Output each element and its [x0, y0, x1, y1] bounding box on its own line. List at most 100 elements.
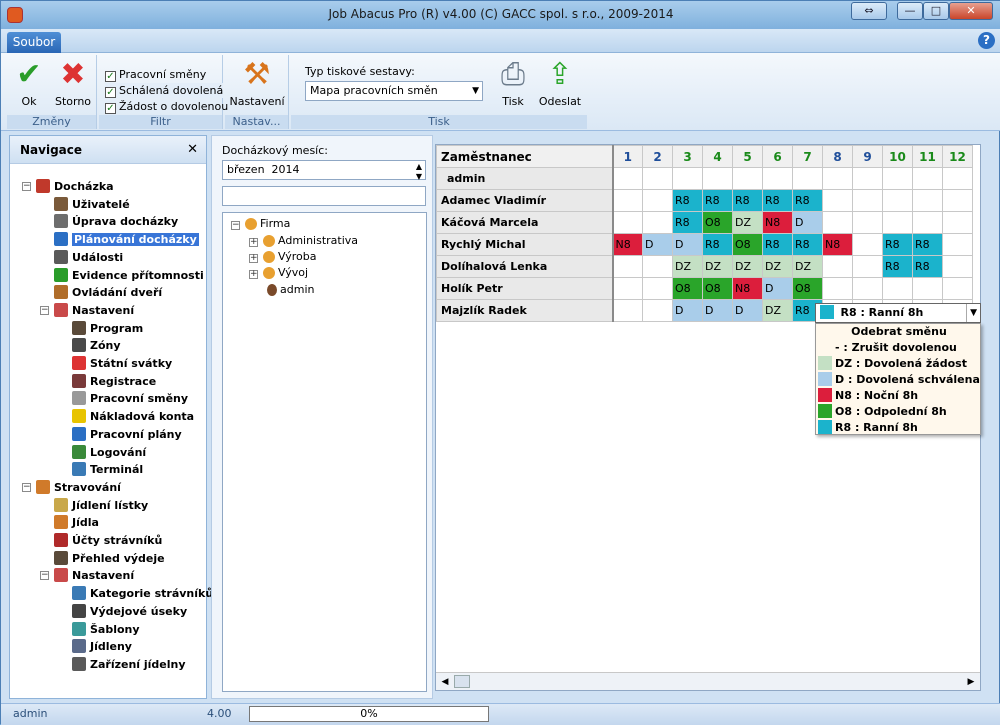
- nav-item[interactable]: Kategorie strávníků: [72, 585, 213, 602]
- shift-cell[interactable]: [912, 189, 943, 212]
- chevron-down-icon[interactable]: ▼: [966, 304, 977, 322]
- shift-cell[interactable]: [822, 211, 853, 234]
- shift-cell[interactable]: R8: [912, 233, 943, 256]
- send-button[interactable]: ⇪ Odeslat: [535, 59, 585, 109]
- shift-option[interactable]: Odebrat směnu: [816, 324, 980, 340]
- shift-cell[interactable]: [882, 189, 913, 212]
- nav-item[interactable]: Státní svátky: [72, 355, 172, 372]
- report-type-select[interactable]: Mapa pracovních směn ▼: [305, 81, 483, 101]
- shift-cell[interactable]: [732, 167, 763, 190]
- expand-icon[interactable]: +: [249, 270, 258, 279]
- maximize-button[interactable]: □: [923, 2, 949, 20]
- spin-down-icon[interactable]: ▼: [416, 168, 422, 186]
- shift-cell[interactable]: [612, 299, 643, 322]
- restore-size-icon[interactable]: ⇔: [851, 2, 887, 20]
- filter-checkbox-shifts[interactable]: ✓ Pracovní směny: [105, 67, 206, 82]
- collapse-icon[interactable]: −: [22, 182, 31, 191]
- org-node-vyvoj[interactable]: Vývoj: [263, 266, 308, 279]
- shift-cell[interactable]: D: [672, 299, 703, 322]
- month-selector[interactable]: březen 2014 ▲ ▼: [222, 160, 426, 181]
- shift-cell[interactable]: DZ: [702, 255, 733, 278]
- shift-cell[interactable]: [822, 167, 853, 190]
- shift-cell[interactable]: N8: [732, 277, 763, 300]
- nav-item[interactable]: Logování: [72, 444, 146, 461]
- filter-checkbox-leave-request[interactable]: ✓ Žádost o dovolenou: [105, 99, 228, 114]
- nav-item[interactable]: Výdejové úseky: [72, 603, 187, 620]
- shift-cell[interactable]: DZ: [792, 255, 823, 278]
- nav-item[interactable]: Přehled výdeje: [54, 550, 165, 567]
- nav-item[interactable]: Registrace: [72, 373, 156, 390]
- nav-item[interactable]: Uživatelé: [54, 196, 130, 213]
- collapse-icon[interactable]: −: [40, 305, 49, 315]
- shift-cell[interactable]: [642, 255, 673, 278]
- shift-cell[interactable]: D: [792, 211, 823, 234]
- employee-name-cell[interactable]: Dolíhalová Lenka: [436, 255, 614, 278]
- shift-cell[interactable]: [612, 211, 643, 234]
- shift-cell[interactable]: [822, 189, 853, 212]
- print-button[interactable]: ⎙ Tisk: [491, 59, 535, 109]
- filter-checkbox-approved-leave[interactable]: ✓ Schálená dovolená: [105, 83, 224, 98]
- employee-name-cell[interactable]: admin: [436, 167, 614, 190]
- minimize-button[interactable]: —: [897, 2, 923, 20]
- shift-cell[interactable]: [882, 277, 913, 300]
- nav-item[interactable]: Zóny: [72, 337, 121, 354]
- expand-icon[interactable]: +: [249, 254, 258, 263]
- nav-item[interactable]: Evidence přítomnosti: [54, 267, 204, 284]
- shift-cell[interactable]: [612, 277, 643, 300]
- shift-cell[interactable]: [852, 233, 883, 256]
- shift-cell[interactable]: [942, 255, 973, 278]
- shift-cell[interactable]: D: [702, 299, 733, 322]
- shift-cell[interactable]: [642, 189, 673, 212]
- nav-item[interactable]: Nastavení: [54, 302, 134, 319]
- shift-cell[interactable]: D: [762, 277, 793, 300]
- shift-option[interactable]: N8 : Noční 8h: [816, 388, 980, 404]
- shift-cell[interactable]: [912, 211, 943, 234]
- shift-cell[interactable]: [702, 167, 733, 190]
- shift-cell[interactable]: O8: [792, 277, 823, 300]
- shift-cell[interactable]: DZ: [672, 255, 703, 278]
- expand-icon[interactable]: +: [249, 238, 258, 247]
- shift-cell[interactable]: R8: [762, 233, 793, 256]
- nav-item[interactable]: Jídlení lístky: [54, 497, 148, 514]
- shift-cell[interactable]: [882, 211, 913, 234]
- nav-item[interactable]: Program: [72, 320, 143, 337]
- shift-cell[interactable]: [912, 167, 943, 190]
- org-node-vyroba[interactable]: Výroba: [263, 250, 316, 263]
- close-icon[interactable]: ✕: [187, 136, 198, 164]
- shift-cell[interactable]: N8: [762, 211, 793, 234]
- nav-item[interactable]: Události: [54, 249, 123, 266]
- shift-cell[interactable]: [942, 167, 973, 190]
- nav-item[interactable]: Pracovní směny: [72, 390, 188, 407]
- close-button[interactable]: ✕: [949, 2, 993, 20]
- nav-item[interactable]: Ovládání dveří: [54, 284, 162, 301]
- collapse-icon[interactable]: −: [40, 571, 49, 581]
- org-root[interactable]: Firma: [245, 217, 290, 230]
- shift-cell[interactable]: R8: [792, 189, 823, 212]
- nav-item[interactable]: Šablony: [72, 621, 140, 638]
- shift-cell[interactable]: DZ: [762, 299, 793, 322]
- shift-select[interactable]: R8 : Ranní 8h ▼: [815, 303, 981, 323]
- shift-option[interactable]: D : Dovolená schválena: [816, 372, 980, 388]
- nav-item[interactable]: Účty strávníků: [54, 532, 162, 549]
- shift-cell[interactable]: [642, 167, 673, 190]
- shift-option[interactable]: - : Zrušit dovolenou: [816, 340, 980, 356]
- ok-button[interactable]: ✔ Ok: [9, 59, 49, 109]
- shift-cell[interactable]: R8: [762, 189, 793, 212]
- nav-item[interactable]: Zařízení jídelny: [72, 656, 186, 673]
- shift-cell[interactable]: [642, 299, 673, 322]
- shift-cell[interactable]: O8: [702, 211, 733, 234]
- shift-cell[interactable]: D: [672, 233, 703, 256]
- scroll-thumb[interactable]: [454, 675, 470, 688]
- shift-cell[interactable]: [852, 255, 883, 278]
- shift-cell[interactable]: R8: [672, 211, 703, 234]
- shift-cell[interactable]: [762, 167, 793, 190]
- shift-cell[interactable]: [942, 233, 973, 256]
- shift-cell[interactable]: [912, 277, 943, 300]
- shift-cell[interactable]: [852, 189, 883, 212]
- nav-item[interactable]: Jídla: [54, 514, 99, 531]
- employee-name-cell[interactable]: Holík Petr: [436, 277, 614, 300]
- shift-cell[interactable]: [852, 277, 883, 300]
- nav-item[interactable]: Stravování: [36, 479, 121, 496]
- shift-cell[interactable]: O8: [672, 277, 703, 300]
- shift-cell[interactable]: [942, 189, 973, 212]
